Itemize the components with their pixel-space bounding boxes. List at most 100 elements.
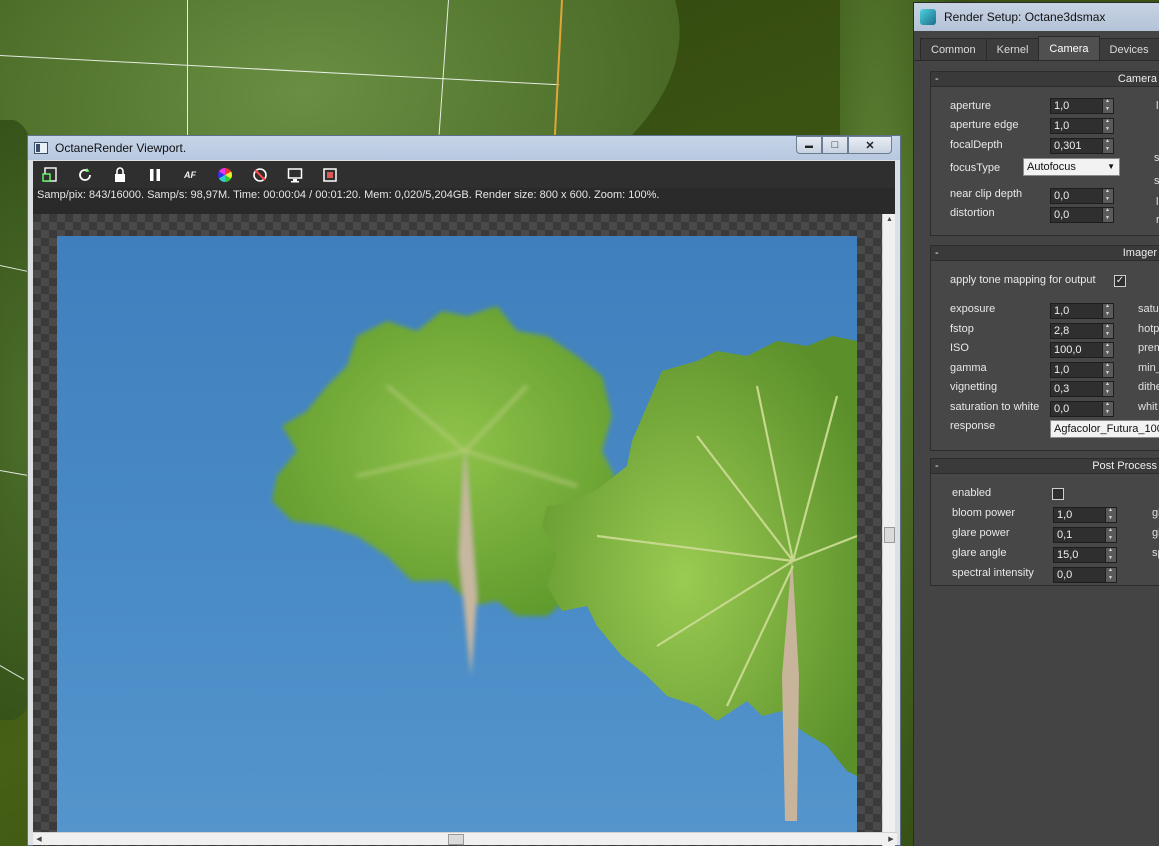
- close-button[interactable]: ✕: [848, 136, 892, 154]
- fstop-label: fstop: [950, 323, 974, 335]
- fstop-value[interactable]: 2,8: [1050, 323, 1103, 339]
- spinner-arrows-icon[interactable]: [1106, 527, 1117, 543]
- octane-viewport-body: AF Samp/pix: 843/16000. Samp/s: 98,97M. …: [33, 161, 897, 846]
- lock-icon[interactable]: [109, 164, 131, 186]
- octane-viewport-window[interactable]: OctaneRender Viewport. ▬ □ ✕ AF Samp/pix…: [27, 135, 901, 846]
- iso-spinner[interactable]: 100,0: [1050, 342, 1115, 358]
- spinner-arrows-icon[interactable]: [1106, 507, 1117, 523]
- glare-angle-spinner[interactable]: 15,0: [1053, 547, 1118, 563]
- aperture-edge-spinner[interactable]: 1,0: [1050, 118, 1115, 134]
- spinner-arrows-icon[interactable]: [1103, 342, 1114, 358]
- vignetting-spinner[interactable]: 0,3: [1050, 381, 1115, 397]
- octane-window-titlebar[interactable]: OctaneRender Viewport. ▬ □ ✕: [28, 136, 900, 160]
- glare-angle-value[interactable]: 15,0: [1053, 547, 1106, 563]
- render-setup-panel[interactable]: Render Setup: Octane3dsmax Common Kernel…: [913, 2, 1159, 846]
- minimize-button[interactable]: ▬: [796, 136, 822, 154]
- response-dropdown[interactable]: Agfacolor_Futura_100: [1050, 420, 1159, 438]
- render-canvas-area[interactable]: [33, 214, 884, 846]
- vertical-scroll-thumb[interactable]: [884, 527, 895, 543]
- truncated-label: l: [1156, 100, 1159, 112]
- distortion-spinner[interactable]: 0,0: [1050, 207, 1115, 223]
- scroll-left-icon[interactable]: ◀: [33, 833, 45, 846]
- saturation-to-white-spinner[interactable]: 0,0: [1050, 401, 1115, 417]
- vertical-scrollbar[interactable]: ▲ ▼: [882, 214, 895, 846]
- collapse-icon[interactable]: -: [935, 246, 939, 261]
- camera-rollout-header[interactable]: - Camera: [931, 72, 1159, 87]
- tab-label: Common: [931, 43, 976, 56]
- spinner-arrows-icon[interactable]: [1106, 547, 1117, 563]
- bloom-power-spinner[interactable]: 1,0: [1053, 507, 1118, 523]
- glare-angle-label: glare angle: [952, 547, 1007, 559]
- aperture-edge-value[interactable]: 1,0: [1050, 118, 1103, 134]
- spinner-arrows-icon[interactable]: [1103, 98, 1114, 114]
- vignetting-label: vignetting: [950, 381, 998, 393]
- focal-depth-value[interactable]: 0,301: [1050, 138, 1103, 154]
- fstop-spinner[interactable]: 2,8: [1050, 323, 1115, 339]
- maximize-button[interactable]: □: [822, 136, 848, 154]
- region-render-icon[interactable]: [249, 164, 271, 186]
- collapse-icon[interactable]: -: [935, 459, 939, 474]
- scroll-up-icon[interactable]: ▲: [883, 214, 896, 226]
- spinner-arrows-icon[interactable]: [1103, 188, 1114, 204]
- autofocus-label: AF: [184, 169, 196, 180]
- near-clip-depth-value[interactable]: 0,0: [1050, 188, 1103, 204]
- aperture-value[interactable]: 1,0: [1050, 98, 1103, 114]
- spectral-intensity-value[interactable]: 0,0: [1053, 567, 1106, 583]
- tab-devices[interactable]: Devices: [1098, 38, 1159, 60]
- exposure-value[interactable]: 1,0: [1050, 303, 1103, 319]
- saturation-to-white-value[interactable]: 0,0: [1050, 401, 1103, 417]
- glare-power-spinner[interactable]: 0,1: [1053, 527, 1118, 543]
- restart-render-icon[interactable]: [74, 164, 96, 186]
- spectral-intensity-spinner[interactable]: 0,0: [1053, 567, 1118, 583]
- window-app-icon: [34, 142, 48, 154]
- tab-common[interactable]: Common: [920, 38, 987, 60]
- render-setup-titlebar[interactable]: Render Setup: Octane3dsmax: [914, 3, 1159, 31]
- scroll-right-icon[interactable]: ▶: [885, 833, 897, 846]
- near-clip-depth-label: near clip depth: [950, 188, 1023, 200]
- spinner-arrows-icon[interactable]: [1103, 207, 1114, 223]
- focal-depth-spinner[interactable]: 0,301: [1050, 138, 1115, 154]
- spinner-arrows-icon[interactable]: [1103, 118, 1114, 134]
- aperture-spinner[interactable]: 1,0: [1050, 98, 1115, 114]
- color-picker-icon[interactable]: [214, 164, 236, 186]
- horizontal-scrollbar[interactable]: ◀ ▶: [33, 832, 897, 845]
- truncated-label: hotp: [1138, 323, 1159, 335]
- near-clip-depth-spinner[interactable]: 0,0: [1050, 188, 1115, 204]
- spinner-arrows-icon[interactable]: [1103, 381, 1114, 397]
- spinner-arrows-icon[interactable]: [1106, 567, 1117, 583]
- tone-mapping-checkbox[interactable]: ✓: [1114, 275, 1126, 287]
- bloom-power-value[interactable]: 1,0: [1053, 507, 1106, 523]
- render-setup-title: Render Setup: Octane3dsmax: [944, 10, 1106, 24]
- post-process-enabled-checkbox[interactable]: [1052, 488, 1064, 500]
- film-settings-icon[interactable]: [319, 164, 341, 186]
- spinner-arrows-icon[interactable]: [1103, 138, 1114, 154]
- post-process-rollout-header[interactable]: - Post Process: [931, 459, 1159, 474]
- gamma-spinner[interactable]: 1,0: [1050, 362, 1115, 378]
- exposure-spinner[interactable]: 1,0: [1050, 303, 1115, 319]
- pause-icon[interactable]: [144, 164, 166, 186]
- distortion-value[interactable]: 0,0: [1050, 207, 1103, 223]
- spinner-arrows-icon[interactable]: [1103, 401, 1114, 417]
- tab-camera[interactable]: Camera: [1038, 36, 1100, 60]
- truncated-label: min_: [1138, 362, 1159, 374]
- spinner-arrows-icon[interactable]: [1103, 323, 1114, 339]
- gamma-label: gamma: [950, 362, 987, 374]
- horizontal-scroll-thumb[interactable]: [448, 834, 464, 845]
- save-render-icon[interactable]: [39, 164, 61, 186]
- autofocus-icon[interactable]: AF: [179, 164, 201, 186]
- iso-value[interactable]: 100,0: [1050, 342, 1103, 358]
- truncated-label: gl: [1152, 527, 1159, 539]
- collapse-icon[interactable]: -: [935, 72, 939, 87]
- spinner-arrows-icon[interactable]: [1103, 362, 1114, 378]
- spinner-arrows-icon[interactable]: [1103, 303, 1114, 319]
- octane-toolbar: AF: [33, 161, 895, 188]
- gamma-value[interactable]: 1,0: [1050, 362, 1103, 378]
- display-settings-icon[interactable]: [284, 164, 306, 186]
- imager-rollout-header[interactable]: - Imager: [931, 246, 1159, 261]
- tab-kernel[interactable]: Kernel: [985, 38, 1040, 60]
- focus-type-dropdown[interactable]: Autofocus ▼: [1023, 158, 1120, 176]
- glare-power-value[interactable]: 0,1: [1053, 527, 1106, 543]
- truncated-label: l: [1156, 196, 1159, 208]
- chevron-down-icon: ▼: [1107, 162, 1115, 171]
- vignetting-value[interactable]: 0,3: [1050, 381, 1103, 397]
